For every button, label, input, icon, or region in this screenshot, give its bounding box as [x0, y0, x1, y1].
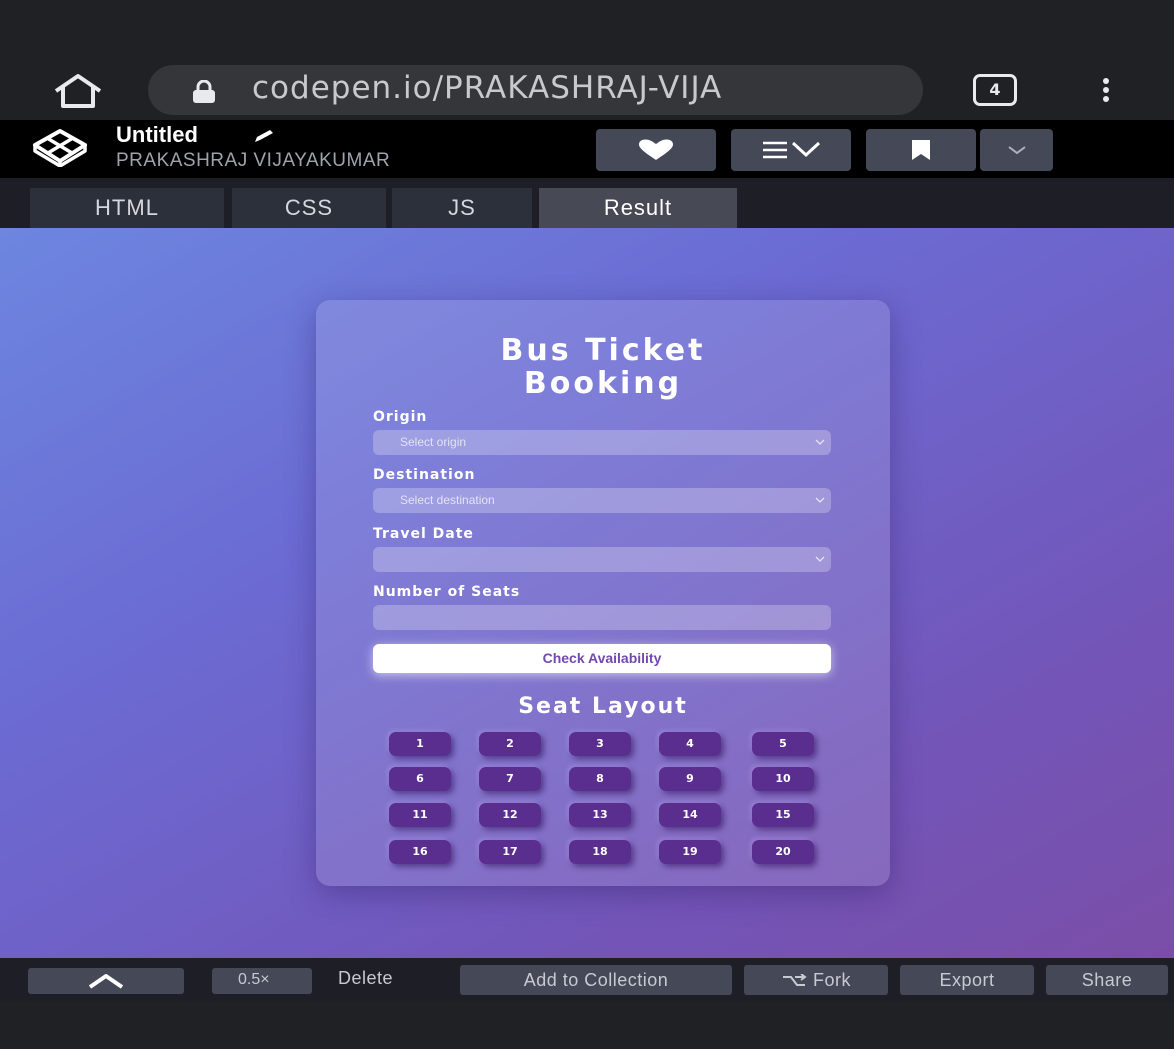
bookmark-button[interactable]: [866, 129, 976, 171]
add-to-collection-button[interactable]: Add to Collection: [460, 965, 732, 995]
chevron-down-icon: [815, 497, 825, 503]
origin-label: Origin: [373, 409, 428, 425]
pen-title[interactable]: Untitled: [116, 122, 198, 148]
seat-button[interactable]: 13: [569, 803, 631, 827]
check-availability-button[interactable]: Check Availability: [373, 644, 831, 673]
more-dropdown-button[interactable]: [980, 129, 1053, 171]
seat-button[interactable]: 20: [752, 840, 814, 864]
chevron-down-icon: [1007, 146, 1026, 155]
booking-card: Bus Ticket Booking Origin Select origin …: [316, 300, 890, 886]
tab-html[interactable]: HTML: [30, 188, 224, 228]
seat-button[interactable]: 12: [479, 803, 541, 827]
collapse-editor-button[interactable]: [28, 968, 184, 994]
fork-button[interactable]: Fork: [744, 965, 888, 995]
pen-author[interactable]: PRAKASHRAJ VIJAYAKUMAR: [116, 150, 390, 172]
seat-button[interactable]: 4: [659, 732, 721, 756]
destination-label: Destination: [373, 467, 476, 483]
overflow-menu-icon[interactable]: [1096, 76, 1116, 108]
status-bar: [0, 0, 1174, 60]
export-button[interactable]: Export: [900, 965, 1034, 995]
destination-select[interactable]: Select destination: [373, 488, 831, 513]
travel-date-input[interactable]: [373, 547, 831, 572]
origin-placeholder: Select origin: [400, 435, 467, 449]
page-title: Bus Ticket Booking: [500, 333, 706, 401]
zoom-label[interactable]: 0.5×: [238, 971, 270, 989]
seat-button[interactable]: 2: [479, 732, 541, 756]
seat-button[interactable]: 3: [569, 732, 631, 756]
chevron-down-icon: [815, 556, 825, 562]
seat-button[interactable]: 16: [389, 840, 451, 864]
seat-button[interactable]: 11: [389, 803, 451, 827]
layout-icon: [763, 141, 821, 159]
lock-icon: [190, 79, 218, 104]
seat-button[interactable]: 17: [479, 840, 541, 864]
seat-button[interactable]: 19: [659, 840, 721, 864]
pencil-icon[interactable]: [252, 128, 278, 144]
chevron-down-icon: [815, 439, 825, 445]
tab-css[interactable]: CSS: [232, 188, 386, 228]
fork-icon: [783, 973, 807, 987]
bookmark-icon: [912, 140, 930, 160]
seat-button[interactable]: 1: [389, 732, 451, 756]
delete-button[interactable]: Delete: [338, 968, 393, 989]
result-preview: Bus Ticket Booking Origin Select origin …: [0, 228, 1174, 958]
seat-button[interactable]: 10: [752, 767, 814, 791]
tab-result[interactable]: Result: [539, 188, 737, 228]
editor-layout-button[interactable]: [731, 129, 851, 171]
seat-button[interactable]: 8: [569, 767, 631, 791]
share-button[interactable]: Share: [1046, 965, 1168, 995]
seat-button[interactable]: 9: [659, 767, 721, 791]
fork-label: Fork: [813, 970, 851, 990]
seat-button[interactable]: 18: [569, 840, 631, 864]
destination-placeholder: Select destination: [400, 493, 495, 507]
system-nav-strip: [0, 1002, 1174, 1049]
seat-button[interactable]: 14: [659, 803, 721, 827]
origin-select[interactable]: Select origin: [373, 430, 831, 455]
tab-switcher-button[interactable]: 4: [973, 74, 1017, 106]
seat-button[interactable]: 6: [389, 767, 451, 791]
seat-button[interactable]: 15: [752, 803, 814, 827]
seat-layout-title: Seat Layout: [518, 694, 688, 719]
travel-date-label: Travel Date: [373, 526, 474, 542]
heart-icon: [639, 139, 673, 160]
like-button[interactable]: [596, 129, 716, 171]
codepen-logo-icon[interactable]: [30, 127, 90, 168]
seats-count-input[interactable]: [373, 605, 831, 630]
url-text[interactable]: codepen.io/PRAKASHRAJ-VIJA: [252, 70, 722, 106]
home-icon[interactable]: [52, 73, 104, 109]
chevron-up-icon: [88, 974, 124, 989]
seat-button[interactable]: 7: [479, 767, 541, 791]
seat-button[interactable]: 5: [752, 732, 814, 756]
tab-js[interactable]: JS: [392, 188, 532, 228]
seats-count-label: Number of Seats: [373, 584, 521, 600]
